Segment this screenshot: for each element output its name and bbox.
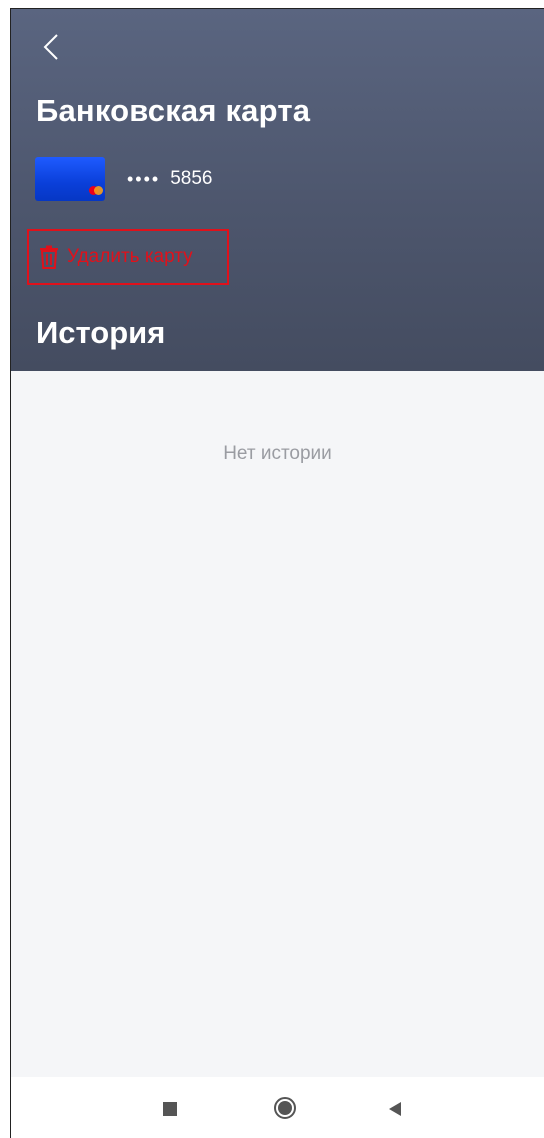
home-button[interactable] — [273, 1096, 297, 1120]
card-masked-dots: •••• — [127, 168, 161, 189]
header: Банковская карта •••• 5856 Удалить карту… — [11, 9, 544, 371]
card-row: •••• 5856 — [35, 155, 213, 203]
screen: Банковская карта •••• 5856 Удалить карту… — [10, 8, 544, 1138]
system-nav-bar — [11, 1077, 544, 1138]
chevron-left-icon — [43, 34, 58, 60]
mastercard-icon-overlap — [94, 186, 103, 195]
history-heading: История — [36, 315, 166, 350]
system-back-button[interactable] — [387, 1101, 403, 1117]
recents-button[interactable] — [163, 1102, 177, 1116]
card-last-digits: 5856 — [170, 168, 213, 189]
back-button[interactable] — [33, 27, 73, 67]
empty-history-text: Нет истории — [223, 443, 332, 464]
delete-card-button[interactable]: Удалить карту — [27, 229, 229, 285]
card-thumbnail — [35, 157, 105, 201]
delete-card-label: Удалить карту — [67, 246, 193, 267]
page-title: Банковская карта — [36, 93, 311, 128]
trash-icon — [40, 245, 58, 269]
